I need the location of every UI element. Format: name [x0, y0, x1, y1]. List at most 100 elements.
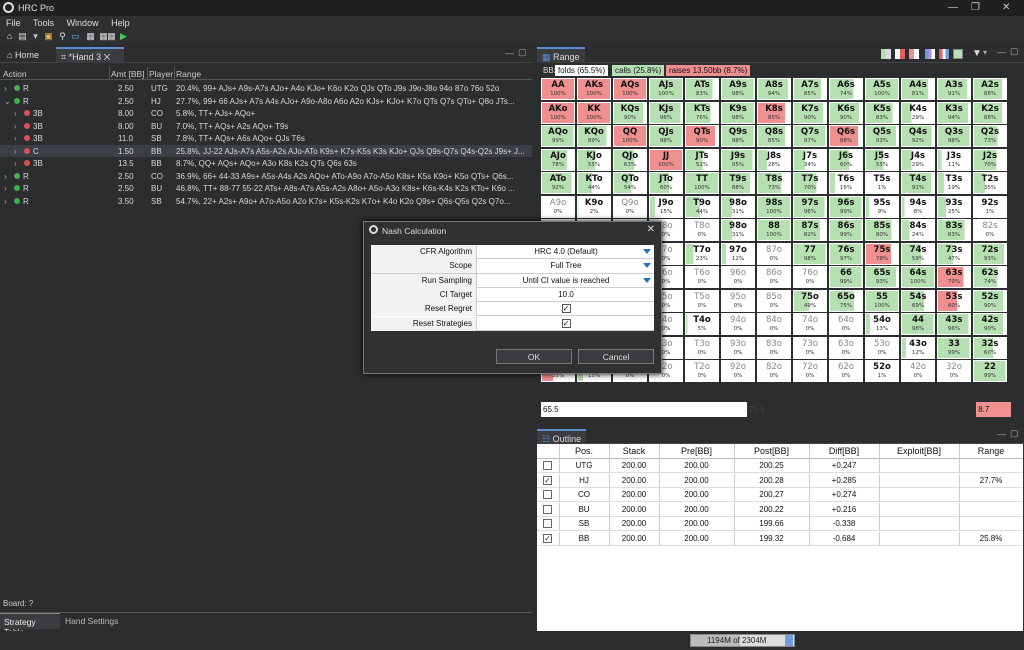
expand-icon[interactable]: › [4, 197, 7, 206]
dropdown-icon[interactable]: ▾ [30, 31, 41, 42]
col-action[interactable]: Action [3, 69, 27, 79]
minimize-outline-icon[interactable]: — [997, 429, 1006, 439]
checkbox-icon[interactable]: ✓ [561, 318, 571, 328]
hand-cell[interactable]: A6s 74% [829, 78, 863, 100]
hand-cell[interactable]: Q4s 92% [901, 125, 935, 147]
hand-cell[interactable]: 83o 0% [757, 336, 791, 359]
hand-cell[interactable]: 96o 0% [721, 266, 755, 288]
hand-cell[interactable]: 98s 100% [757, 195, 791, 218]
outline-col-header[interactable]: Pre[BB] [659, 446, 734, 456]
hand-cell[interactable]: 44 98% [901, 313, 935, 335]
cancel-button[interactable]: Cancel [578, 349, 654, 364]
hand-cell[interactable]: A3s 91% [937, 78, 971, 100]
maximize-outline-icon[interactable]: ▢ [1010, 428, 1019, 439]
setting-checkbox[interactable]: ✓ [478, 302, 654, 316]
expand-icon[interactable]: › [4, 184, 7, 193]
hand-cell[interactable]: 83s 83% [937, 219, 971, 241]
action-row[interactable]: › 3B 13.5 BB 8.7%, QQ+ AQs+ AQo+ A3o K8s K2s… [0, 157, 532, 170]
hand-cell[interactable]: Q6s 88% [829, 125, 863, 147]
view-mode-5-icon[interactable] [939, 49, 949, 59]
menu-help[interactable]: Help [111, 18, 130, 28]
hand-cell[interactable]: 52o 1% [865, 360, 899, 382]
outline-col-header[interactable]: Exploit[BB] [879, 446, 959, 456]
outline-row[interactable]: ✓ BB 200.00 200.00 199.32 -0.684 25.8% [537, 531, 1023, 546]
hand-cell[interactable]: AJo 78% [541, 148, 575, 171]
hand-cell[interactable]: T3s 19% [937, 172, 971, 194]
action-row[interactable]: › R 2.50 UTG 20.4%, 99+ AJs+ A9s-A7s AJo+ A4… [0, 82, 532, 95]
hand-cell[interactable]: 74s 59% [901, 242, 935, 265]
hand-cell[interactable]: A9o 0% [541, 195, 575, 218]
tab-strategy-table[interactable]: Strategy Table [0, 613, 60, 637]
expand-icon[interactable]: › [4, 172, 7, 181]
hand-cell[interactable]: 33 99% [937, 336, 971, 359]
hand-cell[interactable]: 53s 60% [937, 289, 971, 312]
hand-cell[interactable]: 75s 78% [865, 242, 899, 265]
hand-cell[interactable]: 87o 0% [757, 242, 791, 265]
new-file-icon[interactable]: ▤ [17, 31, 28, 42]
menu-file[interactable]: File [6, 18, 21, 28]
hand-cell[interactable]: T6o 0% [685, 266, 719, 288]
expand-icon[interactable]: › [14, 159, 17, 168]
include-checkbox[interactable] [543, 490, 552, 499]
hand-cell[interactable]: 43s 96% [937, 313, 971, 335]
hand-cell[interactable]: KJo 55% [577, 148, 611, 171]
hand-cell[interactable]: 73s 47% [937, 242, 971, 265]
hand-cell[interactable]: 98o 31% [721, 195, 755, 218]
home-icon[interactable]: ⌂ [4, 31, 15, 42]
hand-cell[interactable]: 52s 90% [973, 289, 1007, 312]
hand-cell[interactable]: T8s 73% [757, 172, 791, 194]
hand-cell[interactable]: T2o 0% [685, 360, 719, 382]
hand-cell[interactable]: 93o 0% [721, 336, 755, 359]
action-row[interactable]: ⌄ R 2.50 HJ 27.7%, 99+ 66 AJs+ A7s A4s AJo+ … [0, 95, 532, 108]
ok-button[interactable]: OK [496, 349, 572, 364]
action-row[interactable]: › 3B 8.00 BU 7.0%, TT+ AQs+ A2s AQo+ T9s [0, 120, 532, 133]
dropdown-arrow-icon[interactable] [643, 263, 651, 269]
outline-row[interactable]: BU 200.00 200.00 200.22 +0.216 [537, 502, 1023, 517]
hand-cell[interactable]: 95o 0% [721, 289, 755, 312]
hand-cell[interactable]: AJs 100% [649, 78, 683, 100]
hand-cell[interactable]: 63s 79% [937, 266, 971, 288]
hand-cell[interactable]: T9s 88% [721, 172, 755, 194]
tab-outline[interactable]: ☷ Outline [537, 429, 587, 445]
setting-dropdown[interactable]: Until CI value is reached [478, 274, 654, 288]
hand-cell[interactable]: 53o 0% [865, 336, 899, 359]
col-player[interactable]: Player [149, 69, 173, 79]
hand-cell[interactable]: Q2s 73% [973, 125, 1007, 147]
hand-cell[interactable]: Q5s 93% [865, 125, 899, 147]
expand-icon[interactable]: › [14, 122, 17, 131]
close-tab-icon[interactable]: ✕ [101, 52, 111, 62]
maximize-button[interactable]: ❐ [971, 2, 980, 13]
hand-cell[interactable]: A9s 98% [721, 78, 755, 100]
hand-cell[interactable]: 73o 0% [793, 336, 827, 359]
hand-cell[interactable]: A4s 81% [901, 78, 935, 100]
setting-dropdown[interactable]: Full Tree [478, 259, 654, 273]
close-button[interactable]: ✕ [1002, 2, 1010, 13]
include-checkbox[interactable] [543, 461, 552, 470]
filter-icon[interactable]: ▼ [972, 48, 982, 59]
hand-cell[interactable]: ATs 83% [685, 78, 719, 100]
hand-cell[interactable]: 62s 74% [973, 266, 1007, 288]
hand-cell[interactable]: Q9s 98% [721, 125, 755, 147]
hand-cell[interactable]: T8o 0% [685, 219, 719, 241]
hand-cell[interactable]: QTs 90% [685, 125, 719, 147]
hand-cell[interactable]: 54s 69% [901, 289, 935, 312]
hand-cell[interactable]: J2s 70% [973, 148, 1007, 171]
hand-cell[interactable]: 64s 100% [901, 266, 935, 288]
hand-cell[interactable]: T4s 91% [901, 172, 935, 194]
hand-cell[interactable]: J4s 29% [901, 148, 935, 171]
hand-cell[interactable]: K6s 90% [829, 101, 863, 124]
run-icon[interactable]: ▶ [118, 31, 129, 42]
action-row[interactable]: › R 2.50 CO 36.9%, 66+ 44-33 A9s+ A5s-A4s A2… [0, 170, 532, 183]
hand-cell[interactable]: K9s 98% [721, 101, 755, 124]
hand-cell[interactable]: K2s 88% [973, 101, 1007, 124]
hand-cell[interactable]: 86o 0% [757, 266, 791, 288]
hand-cell[interactable]: AKs 100% [577, 78, 611, 100]
expand-icon[interactable]: › [14, 109, 17, 118]
hand-cell[interactable]: JTo 60% [649, 172, 683, 194]
hand-cell[interactable]: K9o 2% [577, 195, 611, 218]
hand-cell[interactable]: 65o 75% [829, 289, 863, 312]
hand-cell[interactable]: K8s 85% [757, 101, 791, 124]
hand-cell[interactable]: 94o 0% [721, 313, 755, 335]
hand-cell[interactable]: 98o 31% [721, 219, 755, 241]
include-checkbox[interactable]: ✓ [543, 475, 552, 485]
